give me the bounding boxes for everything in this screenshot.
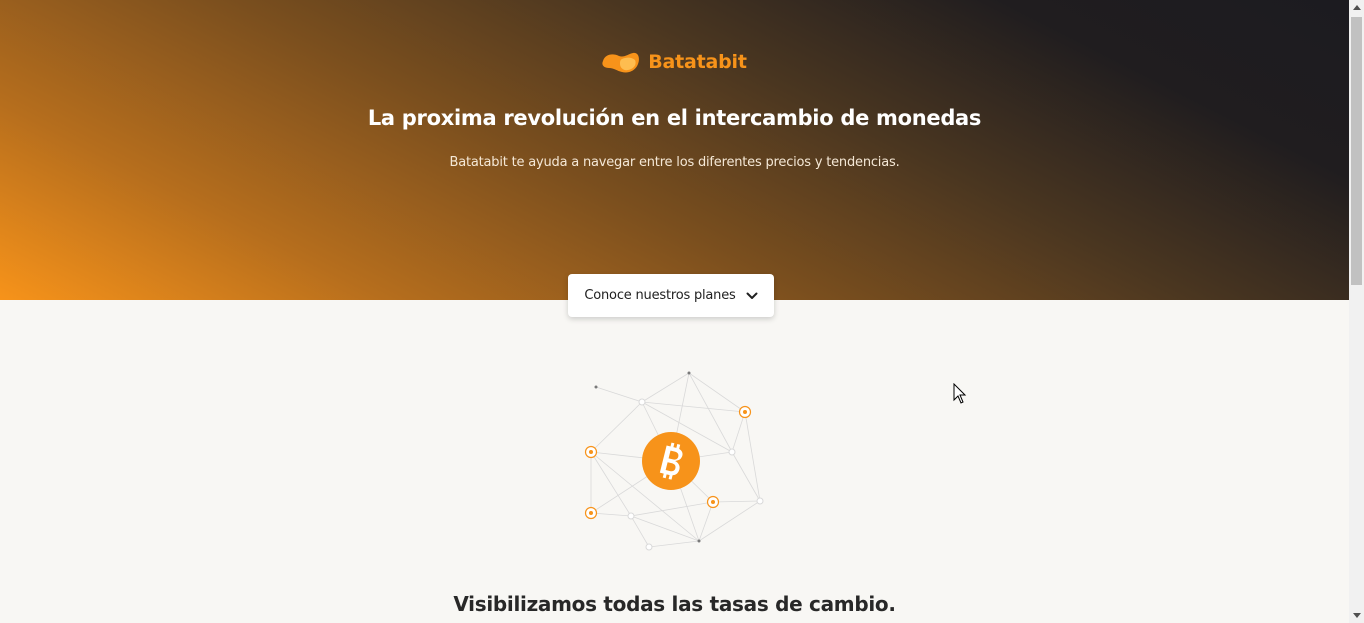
- brand-name: Batatabit: [648, 51, 747, 73]
- vertical-scrollbar[interactable]: [1349, 0, 1364, 623]
- hero-subtitle: Batatabit te ayuda a navegar entre los d…: [449, 155, 900, 170]
- plans-button[interactable]: Conoce nuestros planes: [568, 274, 774, 317]
- section-title: Visibilizamos todas las tasas de cambio.: [453, 592, 896, 616]
- potato-logo-icon: [602, 52, 640, 73]
- hero-section: Batatabit La proxima revolución en el in…: [0, 0, 1349, 300]
- bitcoin-network-icon: [584, 371, 764, 551]
- page: Batatabit La proxima revolución en el in…: [0, 0, 1349, 623]
- mouse-cursor-icon: [953, 383, 967, 404]
- chevron-down-icon: [746, 292, 758, 299]
- plans-button-label: Conoce nuestros planes: [584, 288, 736, 303]
- hero-headline: La proxima revolución en el intercambio …: [367, 106, 982, 130]
- scroll-up-icon[interactable]: [1349, 0, 1364, 15]
- scroll-down-icon[interactable]: [1349, 608, 1364, 623]
- scrollbar-thumb[interactable]: [1351, 17, 1362, 285]
- brand-logo[interactable]: Batatabit: [0, 50, 1349, 74]
